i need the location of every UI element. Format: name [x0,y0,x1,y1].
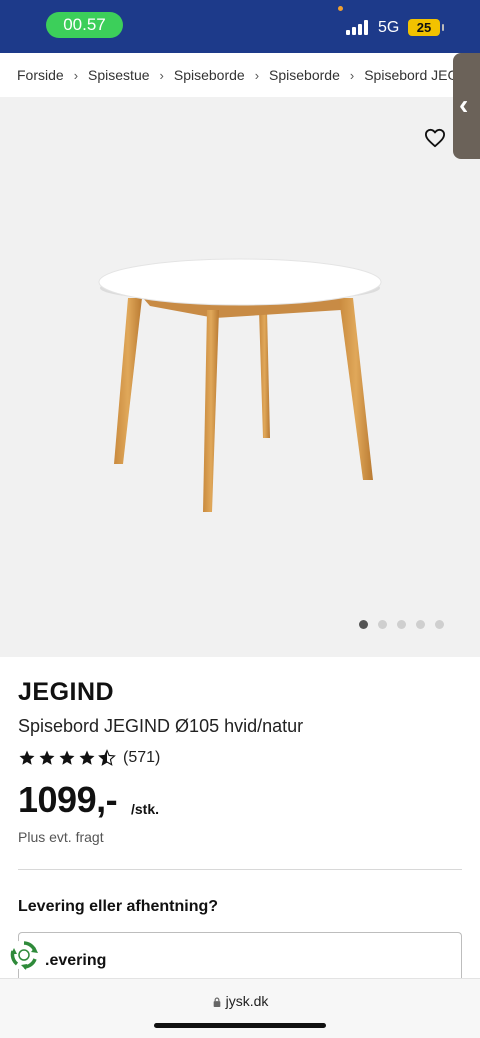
privacy-indicator-icon [338,6,343,11]
price-unit: /stk. [131,801,160,817]
gallery-dot[interactable] [397,620,406,629]
star-filled-icon [59,750,75,765]
product-name: Spisebord JEGIND Ø105 hvid/natur [18,716,304,736]
browser-url[interactable]: jysk.dk [0,993,480,1009]
star-filled-icon [19,750,35,765]
signal-icon [346,19,372,35]
heart-outline-icon[interactable] [424,128,446,148]
star-filled-icon [79,750,95,765]
delivery-heading: Levering eller afhentning? [18,898,219,915]
chevron-right-icon: › [159,67,164,83]
delivery-option-label[interactable]: .evering [45,952,106,970]
side-panel-toggle[interactable]: ‹ [453,53,480,159]
recycle-icon [9,940,39,970]
gallery-dot[interactable] [378,620,387,629]
breadcrumb-item[interactable]: Spisestue [88,67,149,83]
lock-icon [213,997,220,1007]
breadcrumb-item[interactable]: Forside [17,67,64,83]
url-text: jysk.dk [225,993,269,1009]
breadcrumb: Forside › Spisestue › Spiseborde › Spise… [0,53,480,97]
product-rating[interactable]: (571) [18,749,160,767]
gallery-dot[interactable] [435,620,444,629]
gallery-pagination[interactable] [359,620,444,630]
status-bar: 00.57 5G 25 [0,0,480,53]
product-image-table [98,258,382,512]
product-brand: JEGIND [18,678,115,706]
product-price: 1099,- [18,779,118,820]
chevron-left-icon: ‹ [459,89,469,120]
breadcrumb-item-current[interactable]: Spisebord JEGI [364,67,462,83]
breadcrumb-item[interactable]: Spiseborde [174,67,245,83]
network-type: 5G [378,19,400,36]
freight-note: Plus evt. fragt [18,829,104,845]
battery-icon: 25 [408,19,444,36]
chevron-right-icon: › [349,67,355,83]
star-half-icon [98,749,116,766]
breadcrumb-item[interactable]: Spiseborde [269,67,340,83]
gallery-dot[interactable] [416,620,425,629]
star-filled-icon [39,750,55,765]
chevron-right-icon: › [254,67,260,83]
rating-stars [18,749,116,767]
gallery-dot[interactable] [359,620,368,629]
chevron-right-icon: › [73,67,79,83]
rating-count[interactable]: (571) [123,749,160,767]
home-indicator[interactable] [154,1023,326,1028]
divider [18,869,462,870]
status-time: 00.57 [46,12,123,38]
